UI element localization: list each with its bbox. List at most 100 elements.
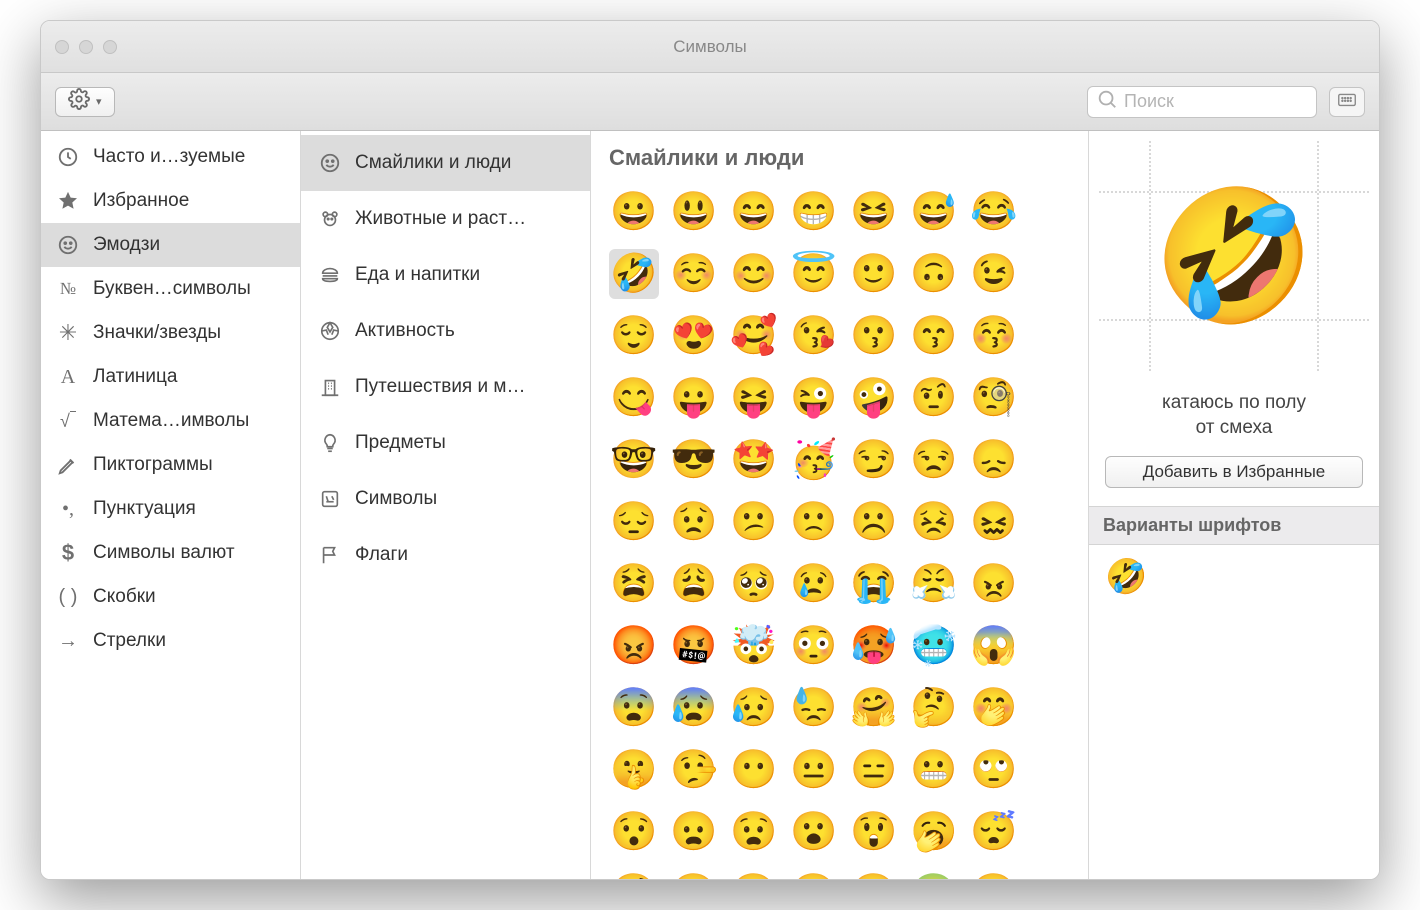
category-item-0[interactable]: Часто и…зуемые — [41, 135, 300, 179]
emoji-cell[interactable]: 😗 — [849, 311, 899, 361]
emoji-cell[interactable]: 😚 — [969, 311, 1019, 361]
emoji-cell[interactable]: 😍 — [669, 311, 719, 361]
emoji-cell[interactable]: 😃 — [669, 187, 719, 237]
compact-toggle-button[interactable] — [1329, 87, 1365, 117]
emoji-cell[interactable]: 😳 — [789, 621, 839, 671]
emoji-cell[interactable]: 😕 — [729, 497, 779, 547]
emoji-cell[interactable]: 🤣 — [609, 249, 659, 299]
emoji-cell[interactable]: 🧐 — [969, 373, 1019, 423]
subcategory-item-0[interactable]: Смайлики и люди — [301, 135, 590, 191]
emoji-cell[interactable]: 🙁 — [789, 497, 839, 547]
emoji-cell[interactable]: 😬 — [909, 745, 959, 795]
subcategory-item-1[interactable]: Животные и раст… — [301, 191, 590, 247]
emoji-cell[interactable]: 😜 — [789, 373, 839, 423]
emoji-cell[interactable]: 😰 — [669, 683, 719, 733]
emoji-cell[interactable]: 😫 — [609, 559, 659, 609]
emoji-cell[interactable]: 😤 — [909, 559, 959, 609]
category-item-5[interactable]: AЛатиница — [41, 355, 300, 399]
subcategory-item-5[interactable]: Предметы — [301, 415, 590, 471]
emoji-cell[interactable]: 🥵 — [849, 621, 899, 671]
emoji-cell[interactable]: 😟 — [669, 497, 719, 547]
emoji-cell[interactable]: 😊 — [729, 249, 779, 299]
emoji-cell[interactable]: 😭 — [849, 559, 899, 609]
emoji-cell[interactable]: 😠 — [969, 559, 1019, 609]
emoji-cell[interactable]: 😝 — [729, 373, 779, 423]
emoji-cell[interactable]: 😛 — [669, 373, 719, 423]
subcategory-item-6[interactable]: Символы — [301, 471, 590, 527]
emoji-cell[interactable]: 😑 — [849, 745, 899, 795]
emoji-cell[interactable]: 🤨 — [909, 373, 959, 423]
emoji-cell[interactable]: 😌 — [609, 311, 659, 361]
emoji-cell[interactable]: 😣 — [909, 497, 959, 547]
emoji-cell[interactable]: 😢 — [789, 559, 839, 609]
category-item-1[interactable]: Избранное — [41, 179, 300, 223]
emoji-cell[interactable]: 🤐 — [789, 869, 839, 879]
emoji-cell[interactable]: 😨 — [609, 683, 659, 733]
emoji-cell[interactable]: 😋 — [609, 373, 659, 423]
settings-button[interactable]: ▾ — [55, 87, 115, 117]
emoji-cell[interactable]: 😂 — [969, 187, 1019, 237]
add-to-favorites-button[interactable]: Добавить в Избранные — [1105, 456, 1363, 488]
subcategory-item-4[interactable]: Путешествия и м… — [301, 359, 590, 415]
emoji-cell[interactable]: 🙃 — [909, 249, 959, 299]
emoji-cell[interactable]: 😥 — [729, 683, 779, 733]
emoji-cell[interactable]: ☺️ — [669, 249, 719, 299]
emoji-cell[interactable]: 🥳 — [789, 435, 839, 485]
emoji-cell[interactable]: 🥶 — [909, 621, 959, 671]
emoji-cell[interactable]: 😁 — [789, 187, 839, 237]
emoji-cell[interactable]: 😓 — [789, 683, 839, 733]
category-item-6[interactable]: √ Матема…имволы — [41, 399, 300, 443]
emoji-cell[interactable]: 😩 — [669, 559, 719, 609]
emoji-cell[interactable]: 😆 — [849, 187, 899, 237]
category-item-4[interactable]: ✳︎Значки/звезды — [41, 311, 300, 355]
emoji-cell[interactable]: 😶 — [729, 745, 779, 795]
category-item-9[interactable]: $Символы валют — [41, 531, 300, 575]
emoji-cell[interactable]: 🙂 — [849, 249, 899, 299]
emoji-cell[interactable]: 🥱 — [909, 807, 959, 857]
category-item-10[interactable]: ( )Скобки — [41, 575, 300, 619]
emoji-cell[interactable]: ☹️ — [849, 497, 899, 547]
category-item-7[interactable]: Пиктограммы — [41, 443, 300, 487]
emoji-cell[interactable]: 😒 — [909, 435, 959, 485]
emoji-cell[interactable]: 🤥 — [669, 745, 719, 795]
emoji-cell[interactable]: 🤪 — [849, 373, 899, 423]
subcategory-item-3[interactable]: Активность — [301, 303, 590, 359]
emoji-cell[interactable]: 😦 — [669, 807, 719, 857]
emoji-cell[interactable]: 🤓 — [609, 435, 659, 485]
category-item-8[interactable]: •,Пунктуация — [41, 487, 300, 531]
emoji-cell[interactable]: 😙 — [909, 311, 959, 361]
emoji-cell[interactable]: 😱 — [969, 621, 1019, 671]
emoji-cell[interactable]: 🤗 — [849, 683, 899, 733]
category-item-2[interactable]: Эмодзи — [41, 223, 300, 267]
subcategory-item-2[interactable]: Еда и напитки — [301, 247, 590, 303]
emoji-cell[interactable]: 😐 — [789, 745, 839, 795]
emoji-cell[interactable]: 😅 — [909, 187, 959, 237]
emoji-cell[interactable]: 🤢 — [909, 869, 959, 879]
emoji-cell[interactable]: 😵 — [729, 869, 779, 879]
search-field[interactable] — [1087, 86, 1317, 118]
emoji-cell[interactable]: 😎 — [669, 435, 719, 485]
emoji-cell[interactable]: 😉 — [969, 249, 1019, 299]
close-dot[interactable] — [55, 40, 69, 54]
emoji-cell[interactable]: 😞 — [969, 435, 1019, 485]
emoji-cell[interactable]: 😔 — [609, 497, 659, 547]
emoji-cell[interactable]: 😮 — [789, 807, 839, 857]
category-item-3[interactable]: №Буквен…символы — [41, 267, 300, 311]
minimize-dot[interactable] — [79, 40, 93, 54]
emoji-cell[interactable]: 🥴 — [849, 869, 899, 879]
emoji-cell[interactable]: 😧 — [729, 807, 779, 857]
emoji-cell[interactable]: 🤩 — [729, 435, 779, 485]
zoom-dot[interactable] — [103, 40, 117, 54]
emoji-cell[interactable]: 😯 — [609, 807, 659, 857]
emoji-cell[interactable]: 🙄 — [969, 745, 1019, 795]
emoji-cell[interactable]: 😡 — [609, 621, 659, 671]
variant-emoji[interactable]: 🤣 — [1105, 558, 1147, 596]
emoji-cell[interactable]: 🥺 — [729, 559, 779, 609]
emoji-cell[interactable]: 😇 — [789, 249, 839, 299]
emoji-cell[interactable]: 😲 — [849, 807, 899, 857]
emoji-cell[interactable]: 😪 — [669, 869, 719, 879]
category-item-11[interactable]: →Стрелки — [41, 619, 300, 663]
emoji-cell[interactable]: 🤫 — [609, 745, 659, 795]
emoji-cell[interactable]: 🤭 — [969, 683, 1019, 733]
subcategory-item-7[interactable]: Флаги — [301, 527, 590, 583]
